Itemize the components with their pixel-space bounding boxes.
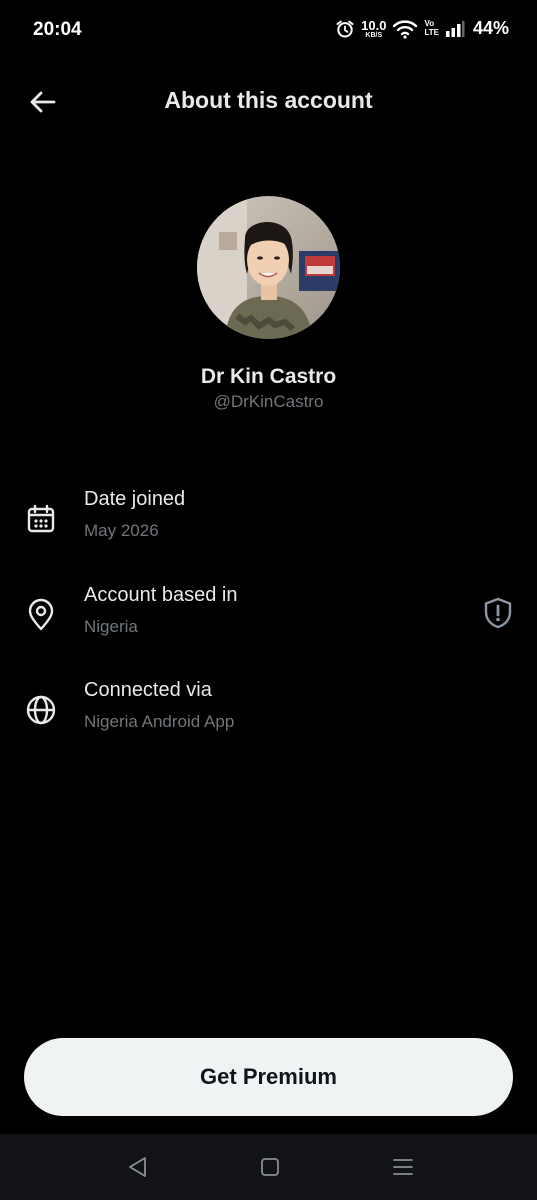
info-row-connected-via: Connected via Nigeria Android App [0, 679, 537, 759]
status-time: 20:04 [33, 19, 82, 40]
status-bar: 20:04 10.0 KB/S Vo LTE 44% [0, 0, 537, 60]
get-premium-button[interactable]: Get Premium [24, 1038, 513, 1116]
get-premium-label: Get Premium [200, 1064, 337, 1089]
status-icons: 10.0 KB/S Vo LTE 44% [335, 18, 509, 39]
network-speed-unit: KB/S [365, 31, 383, 39]
info-label: Connected via [84, 679, 212, 701]
calendar-icon [27, 504, 55, 533]
nav-home-icon[interactable] [257, 1154, 283, 1180]
location-pin-icon [28, 598, 54, 631]
page-title: About this account [164, 87, 373, 113]
system-nav-bar [0, 1134, 537, 1200]
network-speed: 10.0 KB/S [361, 19, 386, 39]
nav-menu-icon[interactable] [390, 1154, 416, 1180]
user-handle: @DrKinCastro [213, 392, 324, 411]
wifi-icon [393, 19, 418, 39]
display-name: Dr Kin Castro [200, 365, 337, 388]
info-row-account-based-in: Account based in Nigeria [0, 584, 537, 664]
info-value: Nigeria Android App [84, 712, 235, 731]
info-label: Date joined [84, 488, 186, 510]
volte-indicator: Vo LTE [424, 19, 439, 37]
signal-icon [445, 20, 465, 37]
shield-alert-icon[interactable] [481, 596, 515, 630]
info-value: May 2026 [84, 521, 159, 540]
battery-level: 44% [472, 18, 509, 38]
app-header: About this account [0, 72, 537, 132]
info-value: Nigeria [84, 617, 138, 636]
nav-back-icon[interactable] [125, 1154, 151, 1180]
network-speed-value: 10.0 [361, 17, 387, 33]
info-row-date-joined: Date joined May 2026 [0, 488, 537, 568]
profile-photo [197, 196, 340, 339]
alarm-icon [336, 20, 354, 37]
globe-icon [26, 695, 56, 725]
info-label: Account based in [84, 584, 238, 606]
avatar[interactable] [197, 196, 340, 339]
